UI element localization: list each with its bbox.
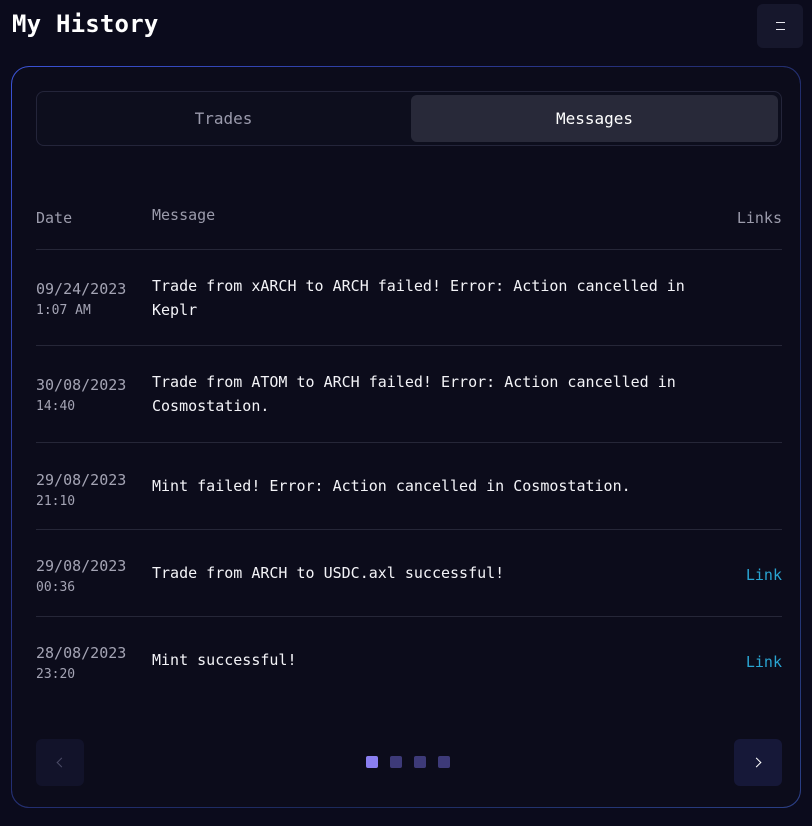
tab-trades[interactable]: Trades (40, 95, 407, 142)
tab-messages[interactable]: Messages (411, 95, 778, 142)
row-date: 29/08/2023 (36, 557, 127, 575)
table-row: 29/08/2023 00:36 Trade from ARCH to USDC… (36, 530, 782, 617)
pagination (36, 739, 782, 787)
page: My History Trades Messages Date Message … (0, 0, 812, 826)
row-date: 28/08/2023 (36, 644, 127, 662)
page-dot-4[interactable] (438, 756, 450, 768)
table-header: Date Message Links (36, 185, 782, 250)
row-date-cell: 29/08/2023 21:10 (36, 469, 146, 513)
messages-table: Date Message Links 09/24/2023 1:07 AM Tr… (36, 185, 782, 703)
column-header-message: Message (152, 206, 216, 224)
row-date-cell: 09/24/2023 1:07 AM (36, 278, 146, 322)
chevron-left-icon (56, 757, 67, 768)
column-header-links: Links (736, 209, 782, 227)
table-row: 30/08/2023 14:40 Trade from ATOM to ARCH… (36, 346, 782, 443)
previous-page-button[interactable] (36, 739, 84, 786)
row-date: 09/24/2023 (36, 280, 127, 298)
next-page-button[interactable] (734, 739, 782, 786)
table-row: 09/24/2023 1:07 AM Trade from xARCH to A… (36, 250, 782, 346)
row-date-cell: 28/08/2023 23:20 (36, 642, 146, 686)
row-time: 00:36 (36, 580, 76, 595)
column-header-date: Date (36, 209, 73, 227)
chevron-right-icon (751, 757, 762, 768)
table-row: 28/08/2023 23:20 Mint successful! Link (36, 617, 782, 703)
row-time: 14:40 (36, 399, 76, 414)
page-dot-2[interactable] (390, 756, 402, 768)
page-dot-1[interactable] (366, 756, 378, 768)
row-message: Trade from ARCH to USDC.axl successful! (152, 564, 505, 582)
row-message: Mint successful! (152, 651, 297, 669)
table-row: 29/08/2023 21:10 Mint failed! Error: Act… (36, 443, 782, 530)
row-link[interactable]: Link (746, 566, 782, 584)
row-date: 29/08/2023 (36, 471, 127, 489)
row-link[interactable]: Link (746, 653, 782, 671)
history-tabs: Trades Messages (36, 91, 782, 146)
page-title: My History (12, 10, 159, 38)
row-message: Trade from ATOM to ARCH failed! Error: A… (152, 373, 676, 415)
row-time: 1:07 AM (36, 303, 91, 318)
page-dot-3[interactable] (414, 756, 426, 768)
row-time: 21:10 (36, 494, 76, 509)
row-date: 30/08/2023 (36, 376, 127, 394)
hamburger-menu-icon (775, 22, 785, 30)
row-date-cell: 30/08/2023 14:40 (36, 374, 146, 418)
row-time: 23:20 (36, 667, 76, 682)
row-message: Trade from xARCH to ARCH failed! Error: … (152, 277, 685, 319)
page-dots (366, 756, 450, 768)
row-message: Mint failed! Error: Action cancelled in … (152, 477, 631, 495)
menu-button[interactable] (757, 4, 803, 48)
history-card: Trades Messages Date Message Links 09/24… (11, 66, 801, 808)
row-date-cell: 29/08/2023 00:36 (36, 555, 146, 599)
